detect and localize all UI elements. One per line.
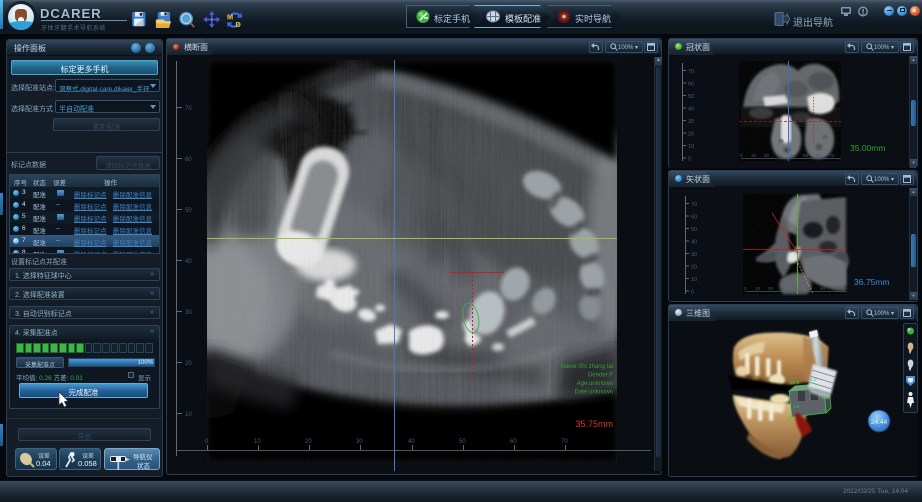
svg-text:20: 20 [305,439,312,445]
svg-text:M: M [227,13,233,22]
svg-text:20: 20 [768,286,774,291]
svg-text:70: 70 [688,69,694,75]
svg-text:30: 30 [777,153,783,158]
svg-text:D: D [235,20,241,29]
svg-text:10: 10 [751,153,757,158]
svg-text:30: 30 [781,286,787,291]
svg-text:10: 10 [254,439,261,445]
svg-text:10: 10 [755,286,761,291]
svg-text:24:44: 24:44 [871,419,888,426]
svg-text:50: 50 [185,208,192,214]
svg-text:60: 60 [691,215,697,221]
svg-text:30: 30 [185,310,192,316]
svg-text:10: 10 [688,144,694,150]
svg-text:40: 40 [790,153,796,158]
svg-text:L0: L0 [794,404,800,410]
svg-text:Gender:F: Gender:F [588,373,614,379]
svg-text:70: 70 [561,439,568,445]
svg-text:0.2: 0.2 [810,377,817,383]
svg-text:36.75mm: 36.75mm [854,277,889,287]
svg-text:Date:unknown: Date:unknown [575,390,613,396]
svg-text:20: 20 [185,361,192,367]
svg-text:20: 20 [691,265,697,271]
svg-text:0: 0 [688,157,691,163]
svg-text:35.75mm: 35.75mm [575,419,613,429]
svg-text:10: 10 [185,412,192,418]
svg-text:40: 40 [691,240,697,246]
svg-text:60: 60 [185,157,192,163]
svg-text:50: 50 [691,227,697,233]
svg-text:40: 40 [185,259,192,265]
svg-text:60: 60 [510,439,517,445]
svg-text:50: 50 [803,153,809,158]
svg-text:50: 50 [459,439,466,445]
svg-text:12: 12 [821,395,827,401]
svg-text:60: 60 [688,82,694,88]
svg-text:20: 20 [764,153,770,158]
svg-text:60: 60 [816,153,822,158]
svg-text:18.9: 18.9 [790,380,800,386]
svg-text:70: 70 [185,106,192,112]
svg-text:0: 0 [691,290,694,296]
svg-text:50: 50 [688,94,694,100]
svg-text:40: 40 [408,439,415,445]
svg-text:40: 40 [688,107,694,113]
svg-text:Age:unknown: Age:unknown [577,381,613,387]
svg-text:50: 50 [807,286,813,291]
svg-text:60: 60 [820,286,826,291]
svg-text:35.00mm: 35.00mm [850,143,885,153]
svg-text:Name:Shi zhang tai: Name:Shi zhang tai [561,364,613,370]
svg-text:20: 20 [688,132,694,138]
svg-text:10: 10 [691,277,697,283]
svg-text:30: 30 [356,439,363,445]
svg-text:70: 70 [691,202,697,208]
svg-text:40: 40 [794,286,800,291]
svg-text:30: 30 [691,252,697,258]
svg-text:70: 70 [833,286,839,291]
svg-text:70: 70 [829,153,835,158]
svg-text:30: 30 [688,119,694,125]
